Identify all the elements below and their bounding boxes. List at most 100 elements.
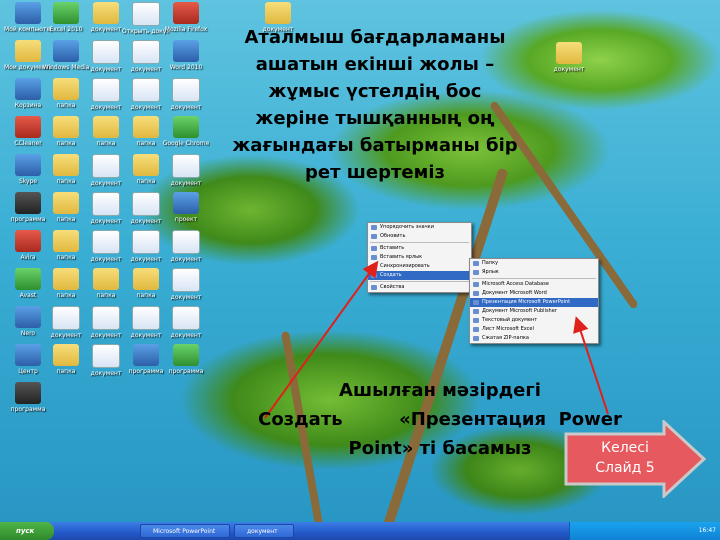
menu-item[interactable]: Документ Microsoft Publisher xyxy=(470,307,598,316)
document-icon xyxy=(92,230,120,254)
desktop-icon-label: программа xyxy=(168,368,204,375)
document-icon xyxy=(92,192,120,216)
instruction-top: Аталмыш бағдарламаны ашатын екінші жолы … xyxy=(232,27,518,183)
menu-item-label: Презентация Microsoft PowerPoint xyxy=(482,299,571,305)
menu-item-icon xyxy=(473,291,479,296)
create-word: Создать xyxy=(258,409,343,430)
document-icon xyxy=(52,306,80,330)
folder-icon xyxy=(53,192,79,214)
desktop-icon-label: проект xyxy=(174,216,198,223)
document-icon xyxy=(172,78,200,102)
app-icon xyxy=(15,154,41,176)
menu-item[interactable]: Папку xyxy=(470,259,598,268)
next-slide-label-line2: Слайд 5 xyxy=(595,460,655,476)
menu-item-icon xyxy=(371,264,377,269)
menu-item[interactable]: Презентация Microsoft PowerPoint xyxy=(470,298,598,307)
menu-item-icon xyxy=(473,300,479,305)
folder-icon xyxy=(133,116,159,138)
app-icon xyxy=(15,306,41,328)
menu-item-label: Вставить ярлык xyxy=(380,254,423,260)
menu-separator xyxy=(370,281,469,282)
desktop-icon[interactable]: Mozilla Firefox xyxy=(162,2,210,33)
folder-icon xyxy=(53,268,79,290)
menu-item[interactable]: Ярлык xyxy=(470,268,598,277)
menu-item-icon xyxy=(371,234,377,239)
desktop-icon-label: Word 2010 xyxy=(169,64,203,71)
document-icon xyxy=(172,154,200,178)
menu-item[interactable]: Сжатая ZIP-папка xyxy=(470,334,598,343)
desktop-icon[interactable]: документ xyxy=(545,42,593,73)
menu-item-icon xyxy=(473,327,479,332)
menu-item[interactable]: Текстовый документ xyxy=(470,316,598,325)
desktop-icon[interactable]: программа xyxy=(4,382,52,413)
desktop-icon-label: документ xyxy=(170,180,202,187)
menu-item[interactable]: Синхронизировать xyxy=(368,262,471,271)
menu-item-icon xyxy=(473,261,479,266)
desktop-icon[interactable]: документ xyxy=(162,306,210,339)
document-icon xyxy=(172,230,200,254)
menu-item-label: Microsoft Access Database xyxy=(482,281,549,287)
desktop-icon[interactable]: проект xyxy=(162,192,210,223)
desktop-icon-label: документ xyxy=(170,332,202,339)
document-icon xyxy=(132,192,160,216)
menu-item-label: Папку xyxy=(482,260,499,266)
menu-item-icon xyxy=(473,318,479,323)
app-icon xyxy=(15,382,41,404)
menu-item-label: Упорядочить значки xyxy=(380,224,434,230)
desktop-icon[interactable]: Google Chrome xyxy=(162,116,210,147)
taskbar-task[interactable]: Microsoft PowerPoint xyxy=(140,524,230,538)
menu-item-label: Текстовый документ xyxy=(482,317,538,323)
desktop-icon[interactable]: документ xyxy=(162,154,210,187)
desktop-icon[interactable]: документ xyxy=(162,268,210,301)
folder-icon xyxy=(133,268,159,290)
task-label: документ xyxy=(247,528,278,535)
document-icon xyxy=(172,268,200,292)
app-icon xyxy=(173,2,199,24)
app-icon xyxy=(15,344,41,366)
context-menu: Упорядочить значки Обновить Вставить Встави… xyxy=(367,222,472,293)
desktop-icon[interactable]: программа xyxy=(162,344,210,375)
menu-item-icon xyxy=(473,336,479,341)
menu-item[interactable]: Создать xyxy=(368,271,471,280)
menu-item[interactable]: Документ Microsoft Word xyxy=(470,289,598,298)
folder-icon xyxy=(15,40,41,62)
menu-item[interactable]: Упорядочить значки xyxy=(368,223,471,232)
menu-item[interactable]: Microsoft Access Database xyxy=(470,280,598,289)
taskbar-task[interactable]: документ xyxy=(234,524,294,538)
menu-item-label: Синхронизировать xyxy=(380,263,430,269)
menu-item[interactable]: Вставить ярлык xyxy=(368,253,471,262)
document-icon xyxy=(132,2,160,26)
folder-icon xyxy=(133,154,159,176)
menu-item-icon xyxy=(371,246,377,251)
menu-item-label: Свойства xyxy=(380,284,405,290)
start-button[interactable]: пуск xyxy=(0,522,54,540)
app-icon xyxy=(173,116,199,138)
folder-icon xyxy=(53,154,79,176)
document-icon xyxy=(92,78,120,102)
menu-item-icon xyxy=(473,282,479,287)
document-icon xyxy=(132,230,160,254)
menu-item[interactable]: Вставить xyxy=(368,244,471,253)
document-icon xyxy=(132,306,160,330)
app-icon xyxy=(173,344,199,366)
folder-icon xyxy=(53,116,79,138)
menu-item-icon xyxy=(473,309,479,314)
folder-icon xyxy=(53,78,79,100)
menu-item-label: Сжатая ZIP-папка xyxy=(482,335,529,341)
menu-item[interactable]: Обновить xyxy=(368,232,471,241)
desktop-icon[interactable]: документ xyxy=(162,230,210,263)
menu-separator xyxy=(472,278,596,279)
desktop-icon[interactable]: Word 2010 xyxy=(162,40,210,71)
instruction-line-1: Ашылған мәзірдегі xyxy=(339,380,541,401)
menu-item[interactable]: Свойства xyxy=(368,283,471,292)
desktop-icon-label: документ xyxy=(170,256,202,263)
app-icon xyxy=(53,40,79,62)
menu-item-label: Документ Microsoft Publisher xyxy=(482,308,557,314)
desktop-icon[interactable]: документ xyxy=(162,78,210,111)
desktop-icon-label: документ xyxy=(170,294,202,301)
clock: 16:47 xyxy=(698,527,716,534)
desktop-icon-label: Google Chrome xyxy=(162,140,210,147)
menu-item[interactable]: Лист Microsoft Excel xyxy=(470,325,598,334)
system-tray: 16:47 xyxy=(569,522,720,540)
app-icon xyxy=(133,344,159,366)
